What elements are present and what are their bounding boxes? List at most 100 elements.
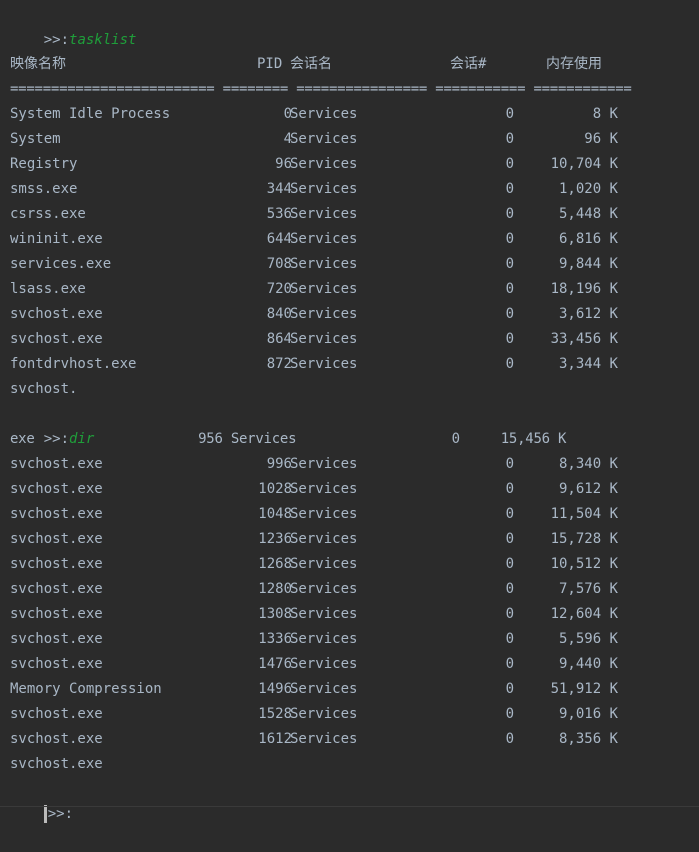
session-number: 0 <box>505 331 514 347</box>
process-pid: 1528 <box>258 706 292 722</box>
memory-usage: 10,512 K <box>550 556 618 572</box>
process-name: svchost.exe <box>10 531 103 547</box>
memory-usage: 33,456 K <box>550 331 618 347</box>
memory-usage: 5,596 K <box>558 631 618 647</box>
process-name: lsass.exe <box>10 281 86 297</box>
process-name: svchost.exe <box>10 456 103 472</box>
memory-usage: 10,704 K <box>550 156 618 172</box>
console-output[interactable]: >>:tasklist 映像名称 PID 会话名 会话# 内存使用 ======… <box>0 0 699 823</box>
header-session-name: 会话名 <box>290 56 332 72</box>
session-number: 0 <box>505 656 514 672</box>
process-pid: 864 <box>266 331 292 347</box>
process-name: System Idle Process <box>10 106 171 122</box>
session-name: Services <box>290 556 358 572</box>
process-name: Memory Compression <box>10 681 162 697</box>
table-row: svchost.exe 1476 Services 0 9,440 K <box>10 652 630 677</box>
memory-usage: 9,016 K <box>558 706 618 722</box>
table-row: svchost.exe 840 Services 0 3,612 K <box>10 302 630 327</box>
session-name: Services <box>290 206 358 222</box>
header-mem-usage: 内存使用 <box>546 56 602 72</box>
session-number: 0 <box>505 506 514 522</box>
memory-usage: 8,340 K <box>558 456 618 472</box>
session-name: Services <box>290 656 358 672</box>
session-number: 0 <box>505 106 514 122</box>
fragment-line: svchost. <box>10 381 78 397</box>
session-name: Services <box>290 481 358 497</box>
table-row: svchost.exe 1612 Services 0 8,356 K <box>10 727 630 752</box>
session-number: 0 <box>505 556 514 572</box>
session-name: Services <box>290 331 358 347</box>
table-row: svchost.exe 996 Services 0 8,340 K <box>10 452 630 477</box>
process-name: svchost.exe <box>10 631 103 647</box>
process-pid: 1308 <box>258 606 292 622</box>
table-row: services.exe 708 Services 0 9,844 K <box>10 252 630 277</box>
session-name: Services <box>290 681 358 697</box>
memory-usage: 15,728 K <box>550 531 618 547</box>
session-name: Services <box>290 356 358 372</box>
table-row: wininit.exe 644 Services 0 6,816 K <box>10 227 630 252</box>
memory-usage: 51,912 K <box>550 681 618 697</box>
table-row: smss.exe 344 Services 0 1,020 K <box>10 177 630 202</box>
process-name: svchost.exe <box>10 581 103 597</box>
bottom-border <box>0 806 699 807</box>
process-name: System <box>10 131 61 147</box>
session-number: 0 <box>505 456 514 472</box>
session-number: 0 <box>505 681 514 697</box>
memory-usage: 9,440 K <box>558 656 618 672</box>
memory-usage: 3,612 K <box>558 306 618 322</box>
prompt-line-2: >>:dir <box>10 402 95 447</box>
process-pid: 1476 <box>258 656 292 672</box>
process-name: Registry <box>10 156 78 172</box>
table-row: svchost.exe 1048 Services 0 11,504 K <box>10 502 630 527</box>
process-name: svchost.exe <box>10 656 103 672</box>
session-name: Services <box>290 156 358 172</box>
table-header: 映像名称 PID 会话名 会话# 内存使用 <box>10 52 690 77</box>
session-name: Services <box>290 131 358 147</box>
header-image-name: 映像名称 <box>10 56 66 72</box>
memory-usage: 1,020 K <box>558 181 618 197</box>
session-name: Services <box>290 531 358 547</box>
session-name: Services <box>290 256 358 272</box>
process-name: services.exe <box>10 256 112 272</box>
process-pid: 1612 <box>258 731 292 747</box>
prompt-symbol: >>: <box>43 32 70 48</box>
process-pid: 344 <box>266 181 292 197</box>
memory-usage: 8 K <box>592 106 618 122</box>
process-name: smss.exe <box>10 181 78 197</box>
table-row: svchost.exe 1528 Services 0 9,016 K <box>10 702 630 727</box>
process-pid: 4 <box>283 131 292 147</box>
session-number: 0 <box>505 256 514 272</box>
session-name: Services <box>290 506 358 522</box>
session-number: 0 <box>505 356 514 372</box>
session-number: 0 <box>505 631 514 647</box>
process-pid: 1268 <box>258 556 292 572</box>
session-name: Services <box>290 306 358 322</box>
session-number: 0 <box>505 606 514 622</box>
table-row: svchost.exe 1028 Services 0 9,612 K <box>10 477 630 502</box>
prompt-symbol: >>: <box>47 806 74 822</box>
memory-usage: 3,344 K <box>558 356 618 372</box>
process-name: csrss.exe <box>10 206 86 222</box>
session-number: 0 <box>505 731 514 747</box>
table-row: fontdrvhost.exe 872 Services 0 3,344 K <box>10 352 630 377</box>
memory-usage: 9,844 K <box>558 256 618 272</box>
process-pid: 1280 <box>258 581 292 597</box>
table-row: svchost.exe 1236 Services 0 15,728 K <box>10 527 630 552</box>
session-number: 0 <box>505 181 514 197</box>
table-row: System Idle Process 0 Services 0 8 K <box>10 102 630 127</box>
table-row: csrss.exe 536 Services 0 5,448 K <box>10 202 630 227</box>
process-name: svchost.exe <box>10 556 103 572</box>
session-number: 0 <box>505 531 514 547</box>
process-pid: 536 <box>266 206 292 222</box>
process-name: fontdrvhost.exe <box>10 356 137 372</box>
prompt-line-3[interactable]: >>: <box>10 777 73 823</box>
table-row: System 4 Services 0 96 K <box>10 127 630 152</box>
table-row: svchost.exe 864 Services 0 33,456 K <box>10 327 630 352</box>
memory-usage: 5,448 K <box>558 206 618 222</box>
session-name: Services <box>290 631 358 647</box>
table-row: Registry 96 Services 0 10,704 K <box>10 152 630 177</box>
header-session-num: 会话# <box>450 56 487 72</box>
process-pid: 0 <box>283 106 292 122</box>
memory-usage: 11,504 K <box>550 506 618 522</box>
text-cursor <box>43 805 47 823</box>
